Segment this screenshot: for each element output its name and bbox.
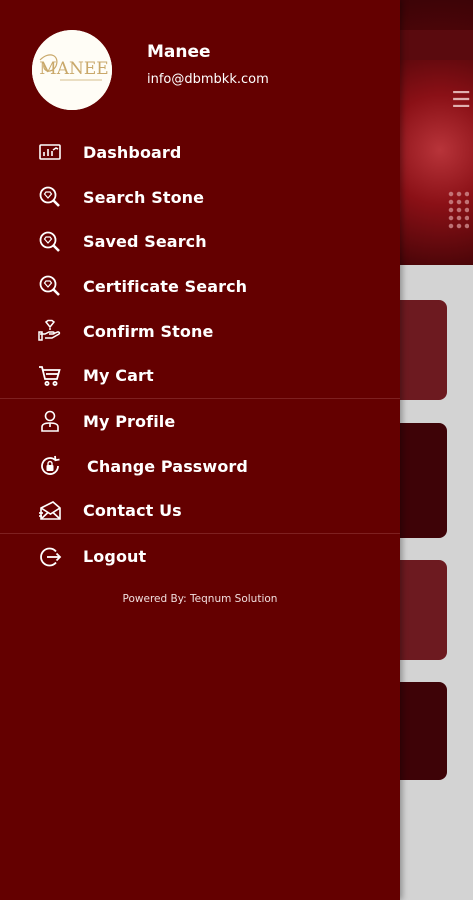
menu-item-confirm-stone[interactable]: Confirm Stone (0, 309, 400, 354)
brand-logo-icon: MANEE (32, 30, 112, 110)
menu-item-label: My Profile (83, 411, 176, 431)
background-dots-decoration (447, 190, 469, 230)
search-diamond-icon (38, 274, 62, 298)
search-diamond-icon (38, 185, 62, 209)
powered-by-footer: Powered By: Teqnum Solution (122, 592, 278, 605)
menu-item-logout[interactable]: Logout (0, 534, 400, 579)
menu-item-my-cart[interactable]: My Cart (0, 353, 400, 398)
menu-group-main: Dashboard Search Stone Saved Search Cert… (0, 130, 400, 400)
avatar-text: MANEE (39, 59, 108, 79)
logout-icon (38, 545, 62, 569)
menu-item-contact-us[interactable]: Contact Us (0, 489, 400, 534)
menu-item-label: My Cart (83, 366, 154, 386)
menu-item-change-password[interactable]: Change Password (0, 444, 400, 489)
menu-item-certificate-search[interactable]: Certificate Search (0, 264, 400, 309)
menu-item-label: Logout (83, 547, 147, 567)
profile-header: MANEE Manee info@dbmbkk.com (0, 0, 400, 130)
stone-hand-icon (38, 319, 62, 343)
user-icon (38, 409, 62, 433)
dashboard-icon (38, 140, 62, 164)
search-diamond-icon (38, 230, 62, 254)
avatar[interactable]: MANEE (32, 30, 112, 110)
menu-item-label: Certificate Search (83, 276, 248, 296)
menu-item-saved-search[interactable]: Saved Search (0, 219, 400, 264)
cart-icon (38, 364, 62, 388)
menu-item-label: Contact Us (83, 501, 182, 521)
menu-group-account: My Profile Change Password Contact Us (0, 399, 400, 535)
menu-item-label: Change Password (87, 456, 248, 476)
background-menu-glyph: ☰ (451, 88, 471, 113)
user-email: info@dbmbkk.com (147, 72, 269, 87)
menu-item-label: Search Stone (83, 187, 205, 207)
navigation-drawer: MANEE Manee info@dbmbkk.com Dashboard Se… (0, 0, 400, 900)
user-name: Manee (147, 42, 211, 62)
menu-item-search-stone[interactable]: Search Stone (0, 175, 400, 220)
menu-group-session: Logout (0, 534, 400, 579)
menu-item-label: Dashboard (83, 142, 182, 162)
menu-item-my-profile[interactable]: My Profile (0, 399, 400, 444)
lock-refresh-icon (38, 454, 62, 478)
menu-item-dashboard[interactable]: Dashboard (0, 130, 400, 175)
mail-icon (38, 499, 62, 523)
menu-item-label: Saved Search (83, 232, 207, 252)
background-header-bar (398, 30, 473, 60)
menu-item-label: Confirm Stone (83, 321, 214, 341)
